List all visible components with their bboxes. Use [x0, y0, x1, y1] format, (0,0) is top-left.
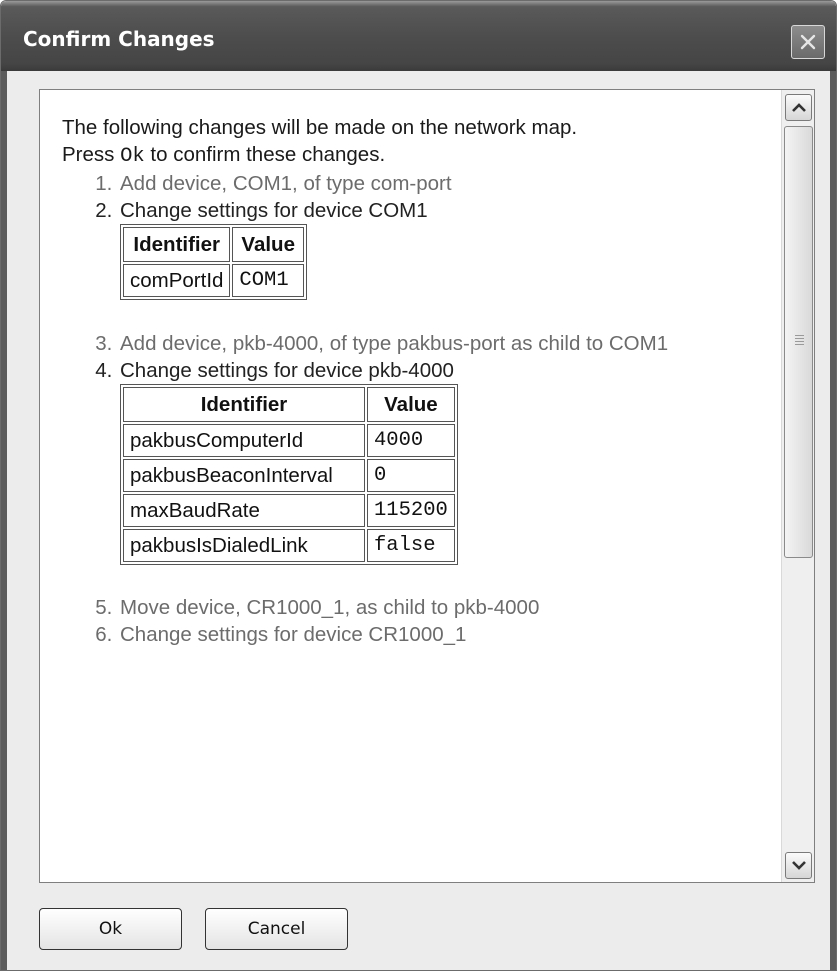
window-frame-left	[1, 71, 7, 970]
change-text: Change settings for device COM1	[120, 199, 428, 222]
grip-line	[795, 335, 804, 336]
table-row: comPortId COM1	[123, 264, 304, 297]
identifier-cell: pakbusComputerId	[123, 424, 365, 457]
changes-list: Add device, COM1, of type com-port Chang…	[62, 170, 772, 648]
identifier-cell: comPortId	[123, 264, 231, 297]
identifier-cell: maxBaudRate	[123, 494, 365, 527]
table-header-row: Identifier Value	[123, 227, 304, 262]
close-button[interactable]	[791, 25, 825, 59]
column-header-value: Value	[232, 227, 304, 262]
value-cell: 0	[367, 459, 455, 492]
change-item-6: Change settings for device CR1000_1	[118, 621, 772, 648]
table-row: pakbusComputerId 4000	[123, 424, 455, 457]
window-frame-right	[830, 71, 836, 970]
value-cell: COM1	[232, 264, 304, 297]
change-text: Change settings for device pkb-4000	[120, 359, 454, 382]
ok-code-text: Ok	[120, 145, 145, 168]
cancel-button[interactable]: Cancel	[205, 908, 348, 950]
grip-line	[795, 338, 804, 339]
ok-button[interactable]: Ok	[39, 908, 182, 950]
change-text: Move device, CR1000_1, as child to pkb-4…	[120, 596, 540, 619]
intro-prefix: Press	[62, 143, 121, 166]
table-header-row: Identifier Value	[123, 387, 455, 422]
scroll-up-button[interactable]	[785, 94, 812, 121]
settings-table-com1: Identifier Value comPortId COM1	[120, 224, 307, 300]
column-header-value: Value	[367, 387, 455, 422]
scroll-up-arrow-icon	[792, 103, 806, 112]
column-header-identifier: Identifier	[123, 387, 365, 422]
change-item-1: Add device, COM1, of type com-port	[118, 170, 772, 197]
change-text: Add device, COM1, of type com-port	[120, 172, 452, 195]
table-row: maxBaudRate 115200	[123, 494, 455, 527]
intro-line-1: The following changes will be made on th…	[62, 116, 578, 139]
change-item-4: Change settings for device pkb-4000 Iden…	[118, 357, 772, 594]
vertical-scrollbar[interactable]	[781, 90, 814, 882]
grip-line	[795, 344, 804, 345]
change-item-3: Add device, pkb-4000, of type pakbus-por…	[118, 330, 772, 357]
value-cell: false	[367, 529, 455, 562]
value-cell: 4000	[367, 424, 455, 457]
table-row: pakbusIsDialedLink false	[123, 529, 455, 562]
scroll-thumb[interactable]	[784, 126, 813, 558]
scroll-down-arrow-icon	[792, 861, 806, 870]
change-item-2: Change settings for device COM1 Identifi…	[118, 197, 772, 330]
intro-line-2: Press Ok to confirm these changes.	[62, 141, 772, 170]
title-bar[interactable]: Confirm Changes	[1, 1, 836, 71]
value-cell: 115200	[367, 494, 455, 527]
intro-suffix: to confirm these changes.	[144, 143, 386, 166]
changes-document: The following changes will be made on th…	[62, 114, 772, 648]
dialog-title: Confirm Changes	[23, 27, 215, 51]
changes-panel: The following changes will be made on th…	[39, 89, 815, 883]
table-row: pakbusBeaconInterval 0	[123, 459, 455, 492]
close-icon	[800, 34, 816, 50]
grip-line	[795, 341, 804, 342]
settings-table-pkb-4000: Identifier Value pakbusComputerId 4000 p…	[120, 384, 458, 565]
identifier-cell: pakbusIsDialedLink	[123, 529, 365, 562]
change-text: Add device, pkb-4000, of type pakbus-por…	[120, 332, 669, 355]
change-text: Change settings for device CR1000_1	[120, 623, 467, 646]
change-item-5: Move device, CR1000_1, as child to pkb-4…	[118, 594, 772, 621]
column-header-identifier: Identifier	[123, 227, 231, 262]
confirm-changes-dialog: Confirm Changes The following changes wi…	[0, 0, 837, 971]
identifier-cell: pakbusBeaconInterval	[123, 459, 365, 492]
scroll-down-button[interactable]	[785, 852, 812, 879]
